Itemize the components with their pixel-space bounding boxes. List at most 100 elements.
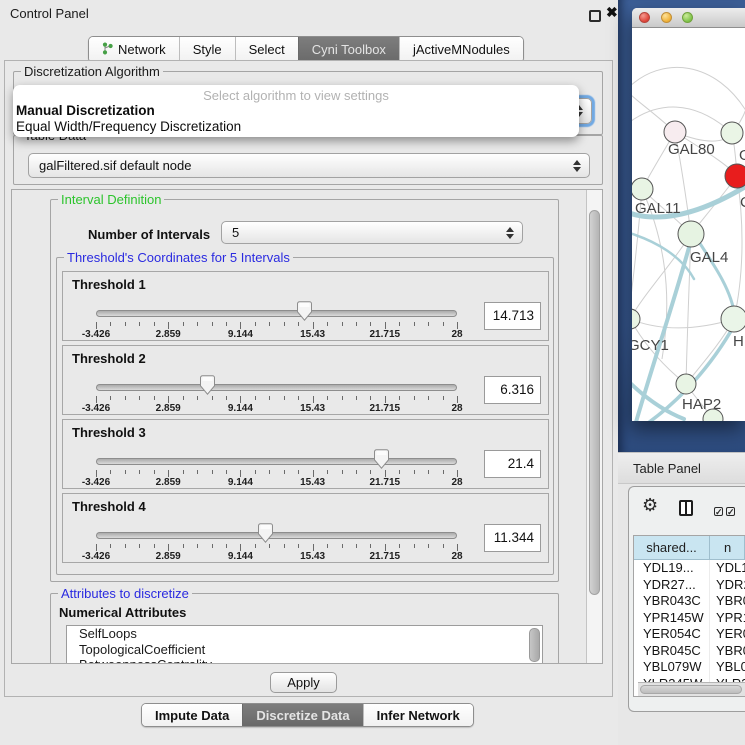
table-row[interactable]: YDR27...YDR2 xyxy=(634,577,745,594)
close-traffic-light-icon[interactable] xyxy=(639,12,650,23)
zoom-traffic-light-icon[interactable] xyxy=(682,12,693,23)
list-scrollbar[interactable] xyxy=(529,628,540,662)
tab-cyni-toolbox[interactable]: Cyni Toolbox xyxy=(298,37,399,62)
num-intervals-combobox[interactable]: 5 xyxy=(221,221,523,244)
slider-thumb[interactable] xyxy=(258,523,273,543)
tick-mark xyxy=(240,396,241,403)
panel-title: Control Panel xyxy=(10,6,89,21)
tick-mark xyxy=(255,544,256,548)
table-cell[interactable]: YDL19... xyxy=(634,560,710,577)
slider-thumb[interactable] xyxy=(374,449,389,469)
list-item[interactable]: TopologicalCoefficient xyxy=(67,642,542,658)
tick-mark xyxy=(269,470,270,474)
tab-infer-network[interactable]: Infer Network xyxy=(363,704,473,726)
table-row[interactable]: YDL19...YDL1 xyxy=(634,560,745,577)
close-icon[interactable]: ✖ xyxy=(606,4,618,21)
table-row[interactable]: YPR145WYPR1 xyxy=(634,610,745,627)
tab-select[interactable]: Select xyxy=(235,37,298,62)
node-table[interactable]: shared... n YDL19...YDL1YDR27...YDR2YBR0… xyxy=(633,535,745,697)
tick-mark xyxy=(443,322,444,326)
threshold-slider-track[interactable] xyxy=(96,532,457,539)
table-horizontal-scrollbar[interactable] xyxy=(638,682,745,696)
tick-mark xyxy=(125,396,126,400)
tab-label: Infer Network xyxy=(377,708,460,723)
tab-label: Network xyxy=(118,42,166,57)
network-canvas[interactable]: GAL80GCGAL11GAL4GCY1HHAP2 xyxy=(632,29,745,421)
network-node-gal11[interactable] xyxy=(632,178,653,200)
threshold-value-field[interactable]: 14.713 xyxy=(484,302,541,330)
tick-mark xyxy=(327,544,328,548)
network-node-gal80[interactable] xyxy=(664,121,686,143)
tick-mark xyxy=(327,470,328,474)
table-cell[interactable]: YDL1 xyxy=(710,560,745,577)
table-row[interactable]: YER054CYER0 xyxy=(634,626,745,643)
table-cell[interactable]: YBL0 xyxy=(710,659,745,676)
table-cell[interactable]: YBL079W xyxy=(634,659,710,676)
network-node-hap2[interactable] xyxy=(676,374,696,394)
threshold-row: Threshold 2 -3.4262.8599.14415.4321.7152… xyxy=(62,345,549,415)
table-row[interactable]: YBR045CYBR0 xyxy=(634,643,745,660)
algorithm-option[interactable]: Equal Width/Frequency Discretization xyxy=(16,119,241,134)
columns-icon[interactable] xyxy=(679,500,693,516)
table-cell[interactable]: YDR27... xyxy=(634,577,710,594)
scrollbar-thumb[interactable] xyxy=(589,210,600,595)
gear-icon[interactable]: ⚙ xyxy=(642,495,658,516)
table-cell[interactable]: YBR043C xyxy=(634,593,710,610)
numerical-attributes-list[interactable]: SelfLoopsTopologicalCoefficientBetweenne… xyxy=(66,625,543,664)
tick-mark xyxy=(255,396,256,400)
tab-discretize-data[interactable]: Discretize Data xyxy=(242,704,362,726)
table-cell[interactable]: YPR145W xyxy=(634,610,710,627)
list-item[interactable]: SelfLoops xyxy=(67,626,542,642)
tab-network[interactable]: Network xyxy=(89,37,179,62)
tab-impute-data[interactable]: Impute Data xyxy=(142,704,242,726)
scrollbar-thumb[interactable] xyxy=(640,685,742,694)
tick-mark xyxy=(428,396,429,400)
settings-scrollbar[interactable] xyxy=(586,190,602,663)
network-node-c[interactable] xyxy=(725,164,745,188)
slider-thumb[interactable] xyxy=(297,301,312,321)
column-header-shared-name[interactable]: shared... xyxy=(634,536,710,560)
table-cell[interactable]: YPR1 xyxy=(710,610,745,627)
interval-definition-label: Interval Definition xyxy=(58,192,164,207)
threshold-value-field[interactable]: 21.4 xyxy=(484,450,541,478)
float-window-icon[interactable] xyxy=(589,10,601,22)
slider-thumb[interactable] xyxy=(200,375,215,395)
bottom-tab-bar: Impute DataDiscretize Data Infer Network xyxy=(141,703,474,727)
table-cell[interactable]: YBR045C xyxy=(634,643,710,660)
interval-definition-group: Interval Definition Number of Intervals … xyxy=(50,199,559,582)
table-row[interactable]: YBR043CYBR0 xyxy=(634,593,745,610)
threshold-value-field[interactable]: 6.316 xyxy=(484,376,541,404)
tick-mark xyxy=(96,544,97,551)
table-cell[interactable]: YER0 xyxy=(710,626,745,643)
threshold-slider-track[interactable] xyxy=(96,384,457,391)
list-item[interactable]: BetweennessCentrality xyxy=(67,657,542,664)
tick-mark xyxy=(197,322,198,326)
algorithm-option[interactable]: Manual Discretization xyxy=(16,103,155,118)
table-row[interactable]: YBL079WYBL0 xyxy=(634,659,745,676)
tab-jactivemnodules[interactable]: jActiveMNodules xyxy=(399,37,523,62)
tick-label: 28 xyxy=(451,403,462,414)
minimize-traffic-light-icon[interactable] xyxy=(661,12,672,23)
threshold-value-field[interactable]: 11.344 xyxy=(484,524,541,552)
network-window-titlebar[interactable] xyxy=(632,8,745,28)
checkbox-icon[interactable]: ✓ xyxy=(726,507,735,516)
algorithm-dropdown-popup: Select algorithm to view settings Manual… xyxy=(13,85,579,137)
tick-mark xyxy=(168,396,169,403)
table-data-combobox[interactable]: galFiltered.sif default node xyxy=(28,153,590,178)
network-view-window[interactable]: GAL80GCGAL11GAL4GCY1HHAP2 xyxy=(632,8,745,421)
tick-label: -3.426 xyxy=(82,551,110,562)
network-node-h[interactable] xyxy=(721,306,745,332)
network-node-g[interactable] xyxy=(721,122,743,144)
table-cell[interactable]: YBR0 xyxy=(710,643,745,660)
table-cell[interactable]: YDR2 xyxy=(710,577,745,594)
table-cell[interactable]: YER054C xyxy=(634,626,710,643)
threshold-slider-track[interactable] xyxy=(96,310,457,317)
tab-style[interactable]: Style xyxy=(179,37,235,62)
threshold-slider-track[interactable] xyxy=(96,458,457,465)
checkbox-icon[interactable]: ✓ xyxy=(714,507,723,516)
column-header-name[interactable]: n xyxy=(710,536,745,560)
apply-button[interactable]: Apply xyxy=(270,672,337,693)
network-node-gcy1[interactable] xyxy=(632,309,640,329)
table-cell[interactable]: YBR0 xyxy=(710,593,745,610)
network-node-gal4[interactable] xyxy=(678,221,704,247)
